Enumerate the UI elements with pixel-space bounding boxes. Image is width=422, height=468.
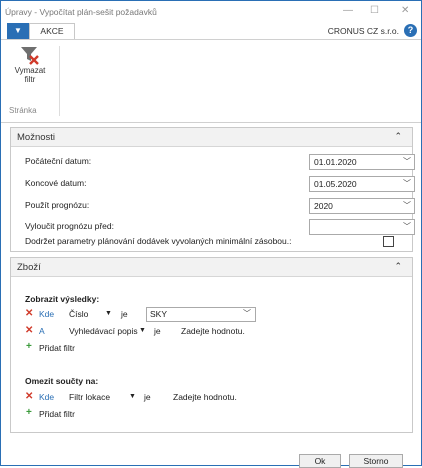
remove-filter-icon[interactable]: ✕ — [25, 391, 33, 402]
chevron-down-icon: ﹀ — [243, 309, 251, 318]
chevron-down-icon: ﹀ — [403, 222, 411, 231]
filter1-value: SKY — [150, 309, 168, 319]
respect-params-checkbox[interactable] — [383, 236, 394, 247]
add-filter-link[interactable]: Přidat filtr — [39, 409, 75, 419]
company-name: CRONUS CZ s.r.o. — [327, 26, 399, 36]
remove-filter-icon[interactable]: ✕ — [25, 308, 33, 319]
filter1-prefix: Kde — [39, 309, 55, 319]
items-section: Zboží ⌃ Zobrazit výsledky: ✕ Kde Číslo ▼… — [10, 257, 413, 433]
clear-filter-label-2: filtr — [24, 75, 36, 84]
ribbon-group-divider — [59, 46, 60, 116]
clear-filter-label-1: Vymazat — [14, 66, 46, 75]
options-section-header[interactable]: Možnosti ⌃ — [11, 128, 412, 147]
ribbon-group-label: Stránka — [9, 106, 37, 115]
filter3-prefix: Kde — [39, 392, 55, 402]
add-filter-icon[interactable]: + — [26, 407, 32, 418]
forecast-value: 2020 — [314, 201, 333, 211]
start-date-label: Počáteční datum: — [25, 156, 92, 166]
start-date-value: 01.01.2020 — [314, 157, 357, 167]
options-title: Možnosti — [17, 132, 56, 143]
chevron-up-icon[interactable]: ⌃ — [394, 131, 402, 142]
filter1-operator: je — [121, 309, 128, 319]
close-icon[interactable]: ✕ — [401, 5, 409, 16]
caret-down-icon[interactable]: ▼ — [105, 310, 112, 317]
filter1-field[interactable]: Číslo — [69, 309, 88, 319]
show-results-label: Zobrazit výsledky: — [25, 294, 100, 304]
dialog-window: Úpravy - Vypočítat plán-sešit požadavků … — [0, 0, 422, 468]
chevron-down-icon: ﹀ — [403, 201, 411, 210]
items-title: Zboží — [17, 262, 41, 273]
maximize-icon[interactable]: ☐ — [370, 5, 379, 16]
clear-filter-button[interactable]: Vymazat filtr — [5, 44, 55, 104]
options-section: Možnosti ⌃ Počáteční datum: 01.01.2020 ﹀… — [10, 127, 415, 252]
end-date-field[interactable]: 01.05.2020 ﹀ — [309, 176, 415, 192]
chevron-down-icon: ﹀ — [403, 157, 411, 166]
chevron-up-icon[interactable]: ⌃ — [394, 261, 402, 272]
filter2-operator: je — [154, 326, 161, 336]
tab-akce[interactable]: AKCE — [29, 23, 75, 39]
forecast-label: Použít prognózu: — [25, 200, 90, 210]
forecast-field[interactable]: 2020 ﹀ — [309, 198, 415, 214]
filter1-value-input[interactable]: SKY ﹀ — [146, 307, 256, 322]
caret-down-icon[interactable]: ▼ — [129, 393, 136, 400]
filter2-value[interactable]: Zadejte hodnotu. — [181, 326, 245, 336]
items-section-header[interactable]: Zboží ⌃ — [11, 258, 412, 277]
end-date-label: Koncové datum: — [25, 178, 87, 188]
caret-down-icon[interactable]: ▼ — [139, 327, 146, 334]
start-date-field[interactable]: 01.01.2020 ﹀ — [309, 154, 415, 170]
filter3-operator: je — [144, 392, 151, 402]
end-date-value: 01.05.2020 — [314, 179, 357, 189]
remove-filter-icon[interactable]: ✕ — [25, 325, 33, 336]
filter2-prefix: A — [39, 326, 45, 336]
minimize-icon[interactable]: — — [343, 5, 353, 16]
respect-params-label: Dodržet parametry plánování dodávek vyvo… — [25, 236, 292, 246]
exclude-forecast-field[interactable]: ﹀ — [309, 219, 415, 235]
add-filter-icon[interactable]: + — [26, 341, 32, 352]
filter3-field[interactable]: Filtr lokace — [69, 392, 110, 402]
clear-filter-icon — [21, 47, 39, 65]
chevron-down-icon: ﹀ — [403, 179, 411, 188]
window-title: Úpravy - Vypočítat plán-sešit požadavků — [5, 7, 157, 17]
ribbon: Vymazat filtr Stránka — [1, 39, 421, 123]
filter2-field[interactable]: Vyhledávací popis — [69, 326, 138, 336]
exclude-forecast-label: Vyloučit prognózu před: — [25, 221, 114, 231]
help-icon[interactable]: ? — [404, 24, 417, 37]
limit-totals-label: Omezit součty na: — [25, 376, 99, 386]
title-bar: Úpravy - Vypočítat plán-sešit požadavků … — [1, 1, 421, 23]
ribbon-tab-bar: ▼ AKCE CRONUS CZ s.r.o. ? — [1, 23, 421, 39]
filter3-value[interactable]: Zadejte hodnotu. — [173, 392, 237, 402]
add-filter-link[interactable]: Přidat filtr — [39, 343, 75, 353]
ribbon-collapse-button[interactable]: ▼ — [7, 23, 29, 39]
